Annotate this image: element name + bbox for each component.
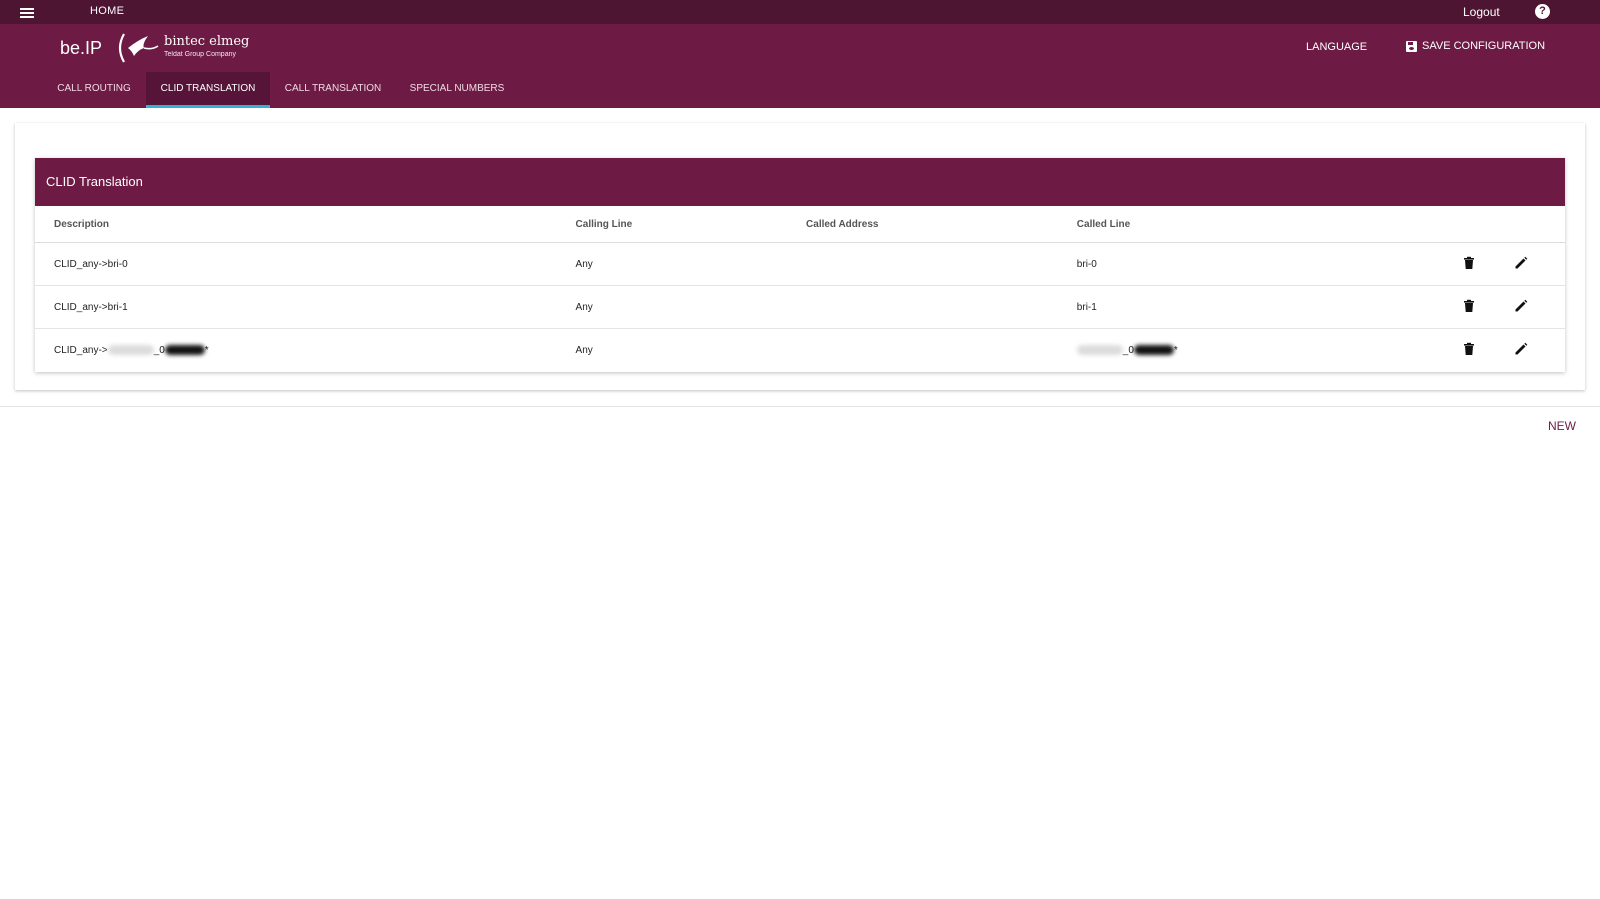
description-suffix: * xyxy=(204,344,209,356)
tab-special-numbers[interactable]: SPECIAL NUMBERS xyxy=(404,72,510,108)
pencil-icon[interactable] xyxy=(1514,256,1528,270)
home-link[interactable]: HOME xyxy=(90,5,124,17)
cell-delete xyxy=(1462,329,1513,372)
pencil-icon[interactable] xyxy=(1514,299,1528,313)
clid-translation-table: Description Calling Line Called Address … xyxy=(35,206,1565,371)
cell-called-address xyxy=(806,242,1077,286)
cell-delete xyxy=(1462,242,1514,286)
tab-call-translation[interactable]: CALL TRANSLATION xyxy=(279,72,387,108)
footer-divider xyxy=(0,406,1600,407)
cell-description: CLID_any->bri-0 xyxy=(35,242,576,286)
bird-logo-icon xyxy=(118,33,159,63)
redacted-text xyxy=(1133,344,1174,355)
cell-called-line: _0 * xyxy=(1076,329,1463,372)
table-row[interactable]: CLID_any->bri-1 Any bri-1 xyxy=(35,285,1565,329)
pencil-icon[interactable] xyxy=(1514,342,1528,356)
cell-called-line: bri-0 xyxy=(1076,242,1463,286)
brand-title: be.IP xyxy=(60,38,103,58)
called-line-mid: _0 xyxy=(1122,344,1134,356)
redacted-text xyxy=(107,344,154,355)
language-button[interactable]: LANGUAGE xyxy=(1306,41,1367,53)
cell-called-line: bri-1 xyxy=(1076,285,1463,329)
column-header-spacer xyxy=(1462,206,1514,243)
trash-icon[interactable] xyxy=(1462,342,1476,356)
cell-called-address xyxy=(806,285,1077,329)
table-header-row: Description Calling Line Called Address … xyxy=(35,206,1565,243)
panel-title: CLID Translation xyxy=(35,158,1565,206)
logout-link[interactable]: Logout xyxy=(1463,5,1500,19)
cell-delete xyxy=(1462,285,1514,329)
floppy-disk-icon xyxy=(1406,40,1417,52)
tab-clid-translation[interactable]: CLID TRANSLATION xyxy=(146,72,270,108)
new-button[interactable]: NEW xyxy=(1548,419,1576,433)
column-header-spacer xyxy=(1513,206,1565,243)
save-configuration-button[interactable]: SAVE CONFIGURATION xyxy=(1406,40,1545,52)
top-bar: HOME Logout ? xyxy=(0,0,1600,24)
help-icon[interactable]: ? xyxy=(1535,4,1550,19)
bintec-elmeg-logo: bintec elmeg Teldat Group Company xyxy=(114,30,249,66)
cell-calling-line: Any xyxy=(575,242,807,286)
description-mid: _0 xyxy=(153,344,165,356)
table-row[interactable]: CLID_any->bri-0 Any bri-0 xyxy=(35,242,1565,286)
column-header-called-address[interactable]: Called Address xyxy=(806,206,1077,243)
save-configuration-label: SAVE CONFIGURATION xyxy=(1422,40,1546,52)
column-header-description[interactable]: Description xyxy=(35,206,576,243)
called-line-suffix: * xyxy=(1173,344,1178,356)
trash-icon[interactable] xyxy=(1462,256,1476,270)
trash-icon[interactable] xyxy=(1462,299,1476,313)
cell-called-address xyxy=(806,329,1077,372)
tab-call-routing[interactable]: CALL ROUTING xyxy=(47,72,141,108)
redacted-text xyxy=(1076,344,1123,355)
clid-translation-panel: CLID Translation Description Calling Lin… xyxy=(35,158,1565,372)
description-prefix: CLID_any-> xyxy=(54,344,108,356)
cell-edit xyxy=(1514,329,1565,372)
logo-wordmark: bintec elmeg xyxy=(164,34,250,49)
table-row[interactable]: CLID_any-> _0 * Any _0 * xyxy=(35,329,1565,372)
app-header: be.IP bintec elmeg Teldat Group Company … xyxy=(0,24,1600,108)
cell-description: CLID_any->bri-1 xyxy=(35,285,576,329)
redacted-text xyxy=(164,344,205,355)
content-card: CLID Translation Description Calling Lin… xyxy=(15,123,1585,390)
cell-edit xyxy=(1513,285,1565,329)
column-header-calling-line[interactable]: Calling Line xyxy=(575,206,807,243)
logo-tagline: Teldat Group Company xyxy=(164,51,236,58)
cell-calling-line: Any xyxy=(575,285,807,329)
cell-edit xyxy=(1513,242,1565,286)
cell-calling-line: Any xyxy=(575,344,593,356)
cell-description: CLID_any-> _0 * xyxy=(35,329,576,372)
column-header-called-line[interactable]: Called Line xyxy=(1076,206,1463,243)
menu-icon[interactable] xyxy=(16,3,38,21)
